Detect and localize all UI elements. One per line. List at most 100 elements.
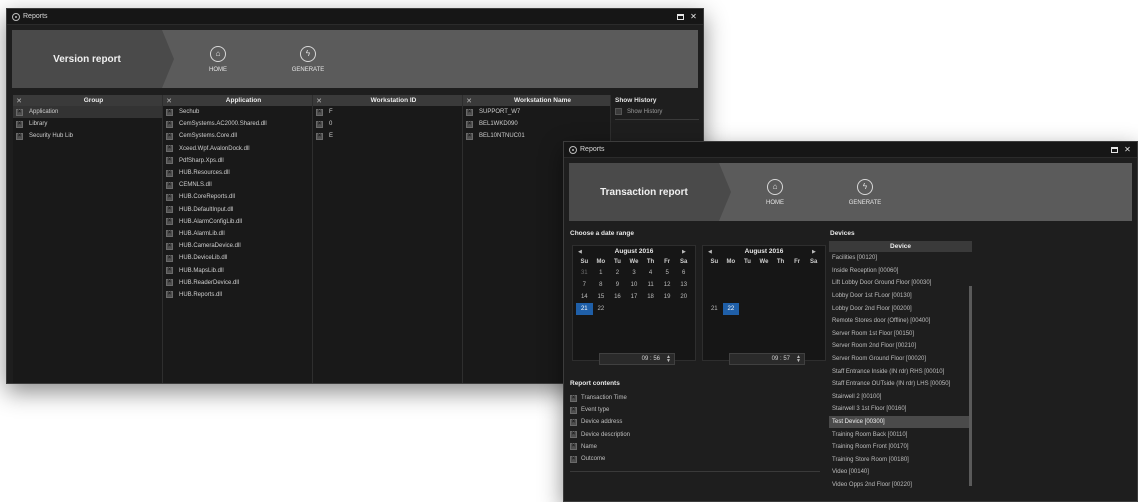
calendar-day[interactable]: 9 (609, 279, 626, 291)
checkbox[interactable]: × (570, 406, 577, 414)
list-item[interactable]: × Application (13, 106, 162, 119)
checkbox[interactable]: × (166, 254, 173, 262)
list-item[interactable]: × Outcome (570, 453, 820, 465)
calendar-day[interactable]: 8 (593, 279, 610, 291)
calendar-day[interactable]: 3 (626, 267, 643, 279)
list-item[interactable]: × HUB.ReaderDevice.dll (163, 277, 312, 289)
list-item[interactable]: × 0 (313, 118, 462, 130)
list-item[interactable]: × Transaction Time (570, 392, 820, 404)
list-item[interactable]: Server Room 2nd Floor [00210] (829, 340, 972, 353)
calendar-day-selected[interactable]: 22 (722, 303, 740, 315)
list-item[interactable]: × F (313, 106, 462, 118)
generate-button[interactable]: ϟ GENERATE (268, 30, 348, 88)
clear-column-icon[interactable]: ✕ (463, 97, 475, 105)
list-item[interactable]: Facilities [00120] (829, 252, 972, 265)
close-button[interactable]: ✕ (1123, 145, 1132, 154)
list-item[interactable]: × E (313, 130, 462, 142)
calendar-day[interactable]: 4 (642, 267, 659, 279)
calendar-day[interactable]: 2 (609, 267, 626, 279)
checkbox[interactable]: × (166, 145, 173, 153)
calendar-day[interactable]: 31 (576, 267, 593, 279)
calendar-day-selected[interactable]: 21 (576, 303, 593, 315)
calendar-day[interactable]: 13 (675, 279, 692, 291)
list-item[interactable]: Video Opps 2nd Floor [00220] (829, 479, 972, 492)
checkbox[interactable]: × (166, 132, 173, 140)
list-item[interactable]: × Xceed.Wpf.AvalonDock.dll (163, 143, 312, 155)
list-item[interactable]: Stairwell 3 1st Floor [00160] (829, 403, 972, 416)
calendar-day[interactable]: 12 (659, 279, 676, 291)
calendar-day[interactable]: 10 (626, 279, 643, 291)
list-item[interactable]: Staff Entrance OUTside (IN rdr) LHS [000… (829, 378, 972, 391)
checkbox[interactable]: × (16, 108, 23, 116)
list-item[interactable]: × BEL1WKD090 (463, 118, 610, 130)
checkbox[interactable]: × (570, 443, 577, 451)
checkbox[interactable]: × (16, 132, 23, 140)
list-item[interactable]: × Name (570, 441, 820, 453)
home-button[interactable]: ⌂ HOME (178, 30, 258, 88)
list-item[interactable]: Server Room Ground Floor [00020] (829, 353, 972, 366)
checkbox[interactable]: × (570, 394, 577, 402)
next-month-button[interactable]: ▶ (682, 249, 690, 255)
checkbox[interactable]: × (166, 242, 173, 250)
calendar-day[interactable]: 21 (706, 303, 723, 315)
list-item[interactable]: × HUB.AlarmLib.dll (163, 228, 312, 240)
list-item[interactable]: Training Store Room [00180] (829, 454, 972, 467)
start-time-field[interactable]: 09 : 56 ▲ ▼ (599, 353, 675, 365)
checkbox[interactable]: × (316, 132, 323, 140)
list-item[interactable]: Video [00140] (829, 466, 972, 479)
list-item[interactable]: × HUB.CoreReports.dll (163, 191, 312, 203)
calendar-day[interactable]: 14 (576, 291, 593, 303)
calendar-day[interactable]: 5 (659, 267, 676, 279)
list-item[interactable]: × HUB.AlarmConfigLib.dll (163, 216, 312, 228)
time-spinner-icon[interactable]: ▲ ▼ (666, 355, 671, 364)
calendar-day[interactable]: 20 (675, 291, 692, 303)
list-item[interactable]: Lobby Door 1st FLoor [00130] (829, 290, 972, 303)
clear-column-icon[interactable]: ✕ (163, 97, 175, 105)
list-item[interactable]: Lobby Door 2nd Floor [00200] (829, 302, 972, 315)
list-item[interactable]: × PdfSharp.Xps.dll (163, 155, 312, 167)
checkbox[interactable]: × (166, 206, 173, 214)
calendar-day[interactable]: 18 (642, 291, 659, 303)
checkbox[interactable]: × (316, 120, 323, 128)
list-item[interactable]: × HUB.DeviceLib.dll (163, 252, 312, 264)
list-item[interactable]: × HUB.Reports.dll (163, 289, 312, 301)
list-item[interactable]: × Library (13, 118, 162, 130)
checkbox[interactable]: × (166, 267, 173, 275)
list-item[interactable]: Lift Lobby Door Ground Floor [00030] (829, 277, 972, 290)
list-item[interactable]: × Sechub (163, 106, 312, 118)
checkbox[interactable] (615, 108, 622, 115)
list-item[interactable]: × SUPPORT_W7 (463, 106, 610, 118)
list-item[interactable]: × HUB.MapsLib.dll (163, 264, 312, 276)
list-item[interactable]: Remote Stores door (Offline) [00400] (829, 315, 972, 328)
checkbox[interactable]: × (166, 181, 173, 189)
maximize-button[interactable] (676, 12, 685, 21)
checkbox[interactable]: × (166, 169, 173, 177)
generate-button[interactable]: ϟ GENERATE (825, 163, 905, 221)
list-item[interactable]: × CemSystems.Core.dll (163, 130, 312, 142)
list-item[interactable]: Training Room Back [00110] (829, 428, 972, 441)
end-time-field[interactable]: 09 : 57 ▲ ▼ (729, 353, 805, 365)
checkbox[interactable]: × (466, 132, 473, 140)
checkbox[interactable]: × (166, 279, 173, 287)
list-item[interactable]: × CEMNLS.dll (163, 179, 312, 191)
checkbox[interactable]: × (166, 291, 173, 299)
calendar-day[interactable]: 6 (675, 267, 692, 279)
list-item[interactable]: × Security Hub Lib (13, 130, 162, 142)
maximize-button[interactable] (1110, 145, 1119, 154)
device-list-scrollbar[interactable] (969, 286, 972, 486)
list-item[interactable]: Stairwell 2 [00100] (829, 391, 972, 404)
checkbox[interactable]: × (570, 431, 577, 439)
checkbox[interactable]: × (466, 120, 473, 128)
list-item[interactable]: Staff Entrance Inside (IN rdr) RHS [0001… (829, 365, 972, 378)
checkbox[interactable]: × (466, 108, 473, 116)
checkbox[interactable]: × (16, 120, 23, 128)
prev-month-button[interactable]: ◀ (708, 249, 716, 255)
calendar-day[interactable]: 16 (609, 291, 626, 303)
list-item[interactable]: × CemSystems.AC2000.Shared.dll (163, 118, 312, 130)
list-item[interactable]: × Device address (570, 416, 820, 428)
calendar-day[interactable]: 11 (642, 279, 659, 291)
checkbox[interactable]: × (166, 108, 173, 116)
home-button[interactable]: ⌂ HOME (735, 163, 815, 221)
show-history-toggle[interactable]: Show History (611, 108, 703, 115)
list-item-selected[interactable]: Test Device [00300] (829, 415, 972, 429)
